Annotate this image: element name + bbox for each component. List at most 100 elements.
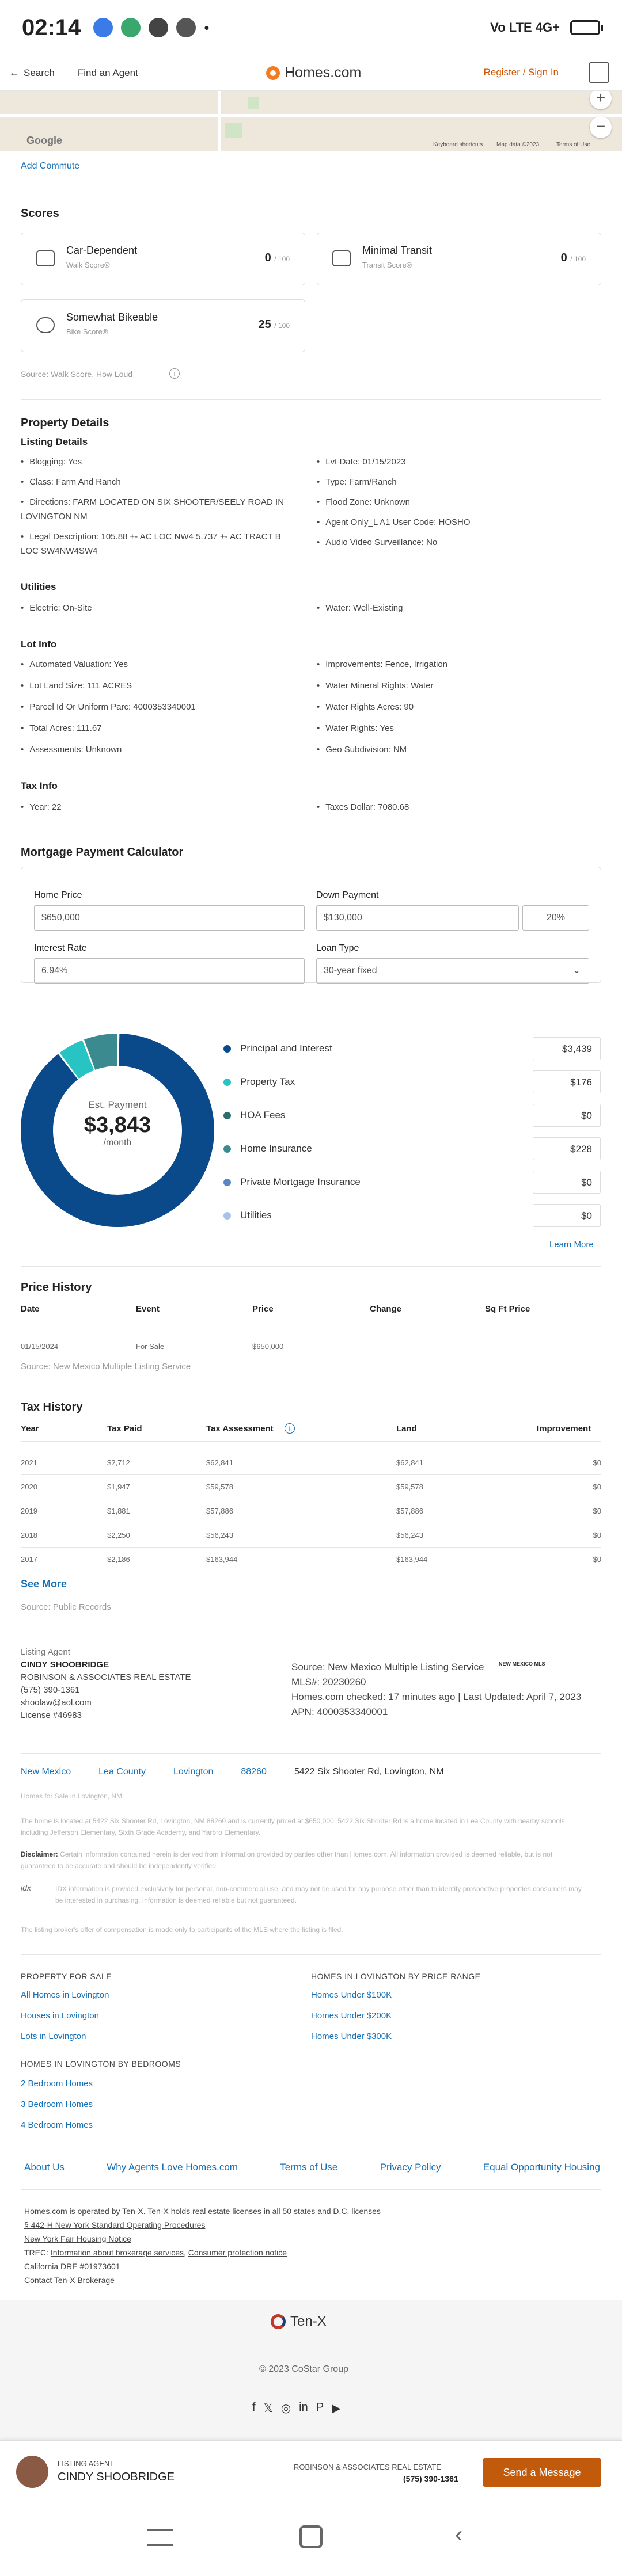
home-icon[interactable]: [299, 2525, 323, 2548]
footer-link[interactable]: All Homes in Lovington: [21, 1990, 109, 2000]
footer-link[interactable]: Houses in Lovington: [21, 2011, 99, 2021]
walk-score-name: Car-Dependent: [66, 245, 138, 256]
payment-value-input[interactable]: $0: [533, 1171, 601, 1194]
twitter-icon[interactable]: 𝕏: [264, 2401, 273, 2415]
agent-email[interactable]: shoolaw@aol.com: [21, 1697, 191, 1709]
footer-link[interactable]: 3 Bedroom Homes: [21, 2099, 93, 2109]
table-cell: 2020: [21, 1483, 37, 1491]
mortgage-form: Home Price $650,000 Down Payment $130,00…: [21, 867, 601, 984]
idx-logo: idx: [21, 1883, 31, 1892]
interest-rate-input[interactable]: 6.94%: [34, 958, 305, 984]
listing-agent-label: Listing Agent: [21, 1647, 70, 1657]
bus-icon: [332, 250, 351, 266]
agent-avatar: [16, 2456, 48, 2488]
contact-tenx-link[interactable]: Contact Ten-X Brokerage: [24, 2273, 381, 2287]
bike-score-max: / 100: [274, 322, 290, 330]
car-icon: [36, 250, 55, 266]
privacy-link[interactable]: Privacy Policy: [380, 2162, 441, 2173]
linkedin-icon[interactable]: in: [299, 2401, 308, 2415]
homes-logo[interactable]: Homes.com: [266, 64, 361, 81]
pinterest-icon[interactable]: P: [316, 2401, 324, 2415]
ny-fair-housing-link[interactable]: New York Fair Housing Notice: [24, 2232, 381, 2246]
keyboard-shortcuts[interactable]: Keyboard shortcuts: [433, 142, 483, 148]
breadcrumb-state[interactable]: New Mexico: [21, 1767, 71, 1777]
breadcrumb-county[interactable]: Lea County: [98, 1767, 146, 1777]
find-agent-link[interactable]: Find an Agent: [78, 67, 138, 79]
detail-item: Agent Only_L A1 User Code: HOSHO: [317, 515, 599, 529]
back-nav-icon[interactable]: ‹: [455, 2522, 462, 2548]
licenses-link[interactable]: licenses: [351, 2207, 381, 2216]
footer-link[interactable]: Lots in Lovington: [21, 2032, 86, 2041]
lot-info-title: Lot Info: [21, 639, 57, 650]
zoom-in-button[interactable]: +: [590, 91, 612, 109]
map-view[interactable]: + − Google Keyboard shortcuts Map data ©…: [0, 91, 622, 151]
ny-sop-link[interactable]: § 442-H New York Standard Operating Proc…: [24, 2218, 381, 2232]
sticky-agent-phone[interactable]: (575) 390-1361: [403, 2474, 458, 2483]
map-terms[interactable]: Terms of Use: [556, 142, 590, 148]
footer-link[interactable]: Homes Under $100K: [311, 1990, 392, 2000]
why-agents-link[interactable]: Why Agents Love Homes.com: [107, 2162, 238, 2173]
terms-link[interactable]: Terms of Use: [280, 2162, 337, 2173]
footer-link[interactable]: 4 Bedroom Homes: [21, 2120, 93, 2130]
youtube-icon[interactable]: ▶: [332, 2401, 340, 2415]
see-more-link[interactable]: See More: [21, 1578, 67, 1590]
footer-link[interactable]: Homes Under $300K: [311, 2032, 392, 2041]
table-cell: $163,944: [206, 1555, 238, 1564]
listing-details-title: Listing Details: [21, 436, 88, 447]
home-price-input[interactable]: $650,000: [34, 905, 305, 931]
info-icon[interactable]: i: [169, 368, 180, 379]
register-link[interactable]: Register / Sign In: [484, 67, 559, 78]
lot-info-right: Improvements: Fence, Irrigation Water Mi…: [317, 657, 599, 757]
instagram-icon[interactable]: ◎: [281, 2401, 291, 2415]
learn-more-link[interactable]: Learn More: [549, 1240, 594, 1249]
table-cell: $1,881: [107, 1507, 130, 1515]
footer-link[interactable]: 2 Bedroom Homes: [21, 2079, 93, 2089]
footer-link[interactable]: Homes Under $200K: [311, 2011, 392, 2021]
down-payment-label: Down Payment: [316, 890, 379, 900]
price-history-title: Price History: [21, 1281, 92, 1294]
facebook-icon[interactable]: f: [252, 2401, 256, 2415]
down-payment-percent-input[interactable]: 20%: [522, 905, 589, 931]
info-icon[interactable]: i: [285, 1423, 295, 1434]
legal-operated: Homes.com is operated by Ten-X. Ten-X ho…: [24, 2207, 350, 2216]
bike-icon: [36, 317, 55, 333]
send-message-button[interactable]: Send a Message: [483, 2458, 601, 2487]
agent-phone[interactable]: (575) 390-1361: [21, 1684, 191, 1697]
detail-item: Blogging: Yes: [21, 455, 291, 469]
equal-housing-link[interactable]: Equal Opportunity Housing: [483, 2162, 600, 2173]
account-menu-icon[interactable]: [589, 62, 609, 83]
recents-icon[interactable]: [147, 2529, 173, 2546]
col-header: Land: [396, 1424, 417, 1434]
checked-updated: Homes.com checked: 17 minutes ago | Last…: [291, 1691, 582, 1702]
table-cell: $2,186: [107, 1555, 130, 1564]
map-road: [0, 114, 622, 117]
brokerage-info-link[interactable]: Information about brokerage services: [51, 2248, 184, 2257]
disclaimer-text: Certain information contained herein is …: [21, 1850, 553, 1870]
legend-label: Utilities: [240, 1210, 272, 1221]
back-button[interactable]: ← Search: [9, 67, 55, 79]
price-history-source: Source: New Mexico Multiple Listing Serv…: [21, 1362, 191, 1371]
down-payment-input[interactable]: $130,000: [316, 905, 519, 931]
payment-value-input[interactable]: $0: [533, 1204, 601, 1227]
table-cell: $56,243: [206, 1531, 233, 1539]
payment-value-input[interactable]: $228: [533, 1137, 601, 1160]
table-cell: For Sale: [136, 1342, 165, 1351]
zoom-out-button[interactable]: −: [590, 116, 612, 138]
loan-type-select[interactable]: 30-year fixed ⌄: [316, 958, 589, 984]
tax-history-title: Tax History: [21, 1401, 83, 1413]
footer-nav: About Us Why Agents Love Homes.com Terms…: [24, 2162, 600, 2173]
table-cell: $2,712: [107, 1458, 130, 1467]
sticky-agent-name: CINDY SHOOBRIDGE: [58, 2471, 175, 2483]
walk-score-number: 0: [264, 251, 271, 264]
breadcrumb-city[interactable]: Lovington: [173, 1767, 213, 1777]
apn: APN: 4000353340001: [291, 1706, 388, 1717]
consumer-protection-link[interactable]: Consumer protection notice: [188, 2248, 287, 2257]
add-commute-link[interactable]: Add Commute: [21, 161, 79, 172]
payment-value-input[interactable]: $0: [533, 1104, 601, 1127]
payment-value-input[interactable]: $176: [533, 1070, 601, 1093]
about-us-link[interactable]: About Us: [24, 2162, 65, 2173]
breadcrumb-zip[interactable]: 88260: [241, 1767, 267, 1777]
breadcrumb: New Mexico Lea County Lovington 88260 54…: [21, 1767, 444, 1777]
detail-item: Lvt Date: 01/15/2023: [317, 455, 599, 469]
payment-value-input[interactable]: $3,439: [533, 1037, 601, 1060]
